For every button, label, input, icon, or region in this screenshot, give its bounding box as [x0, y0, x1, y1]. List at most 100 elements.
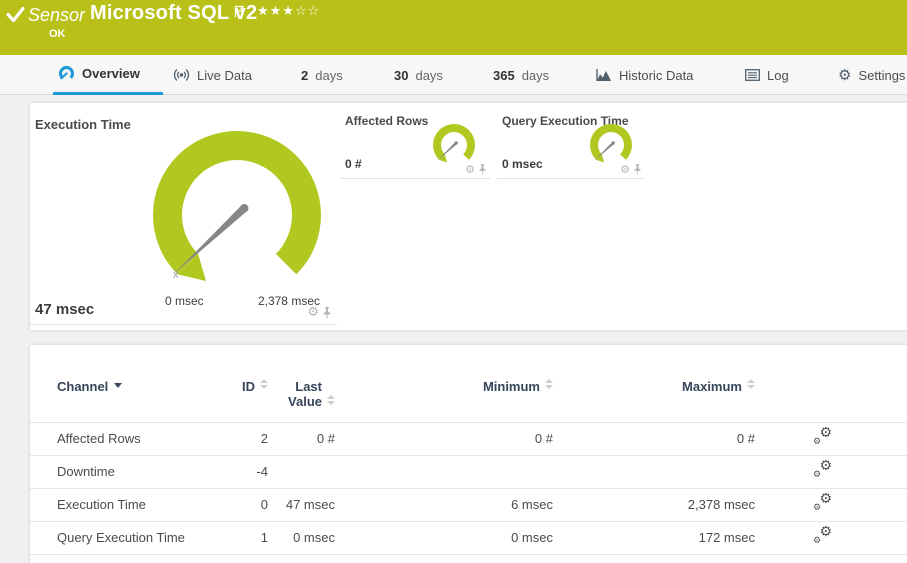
- cell-maximum: [553, 454, 755, 488]
- large-gear-icon: ⚙: [819, 523, 832, 540]
- column-header-last-value[interactable]: Last Value: [268, 376, 335, 422]
- cell-id: 2: [208, 421, 268, 455]
- cell-channel[interactable]: Affected Rows: [30, 421, 208, 455]
- gear-icon: ⚙: [838, 65, 852, 84]
- stars-filled: ★★★: [257, 4, 295, 19]
- gauges-panel: Execution Time x̄ 0 msec 2,378 msec 47 m…: [30, 103, 907, 330]
- status-check-icon: [6, 6, 25, 23]
- large-gear-icon: ⚙: [819, 457, 832, 474]
- tab-live-data[interactable]: Live Data: [168, 55, 260, 95]
- sort-arrows-icon: [327, 395, 335, 405]
- gauge-controls: ⚙: [620, 164, 642, 175]
- gear-icon[interactable]: ⚙: [620, 164, 630, 175]
- tab-number: 2: [301, 67, 309, 83]
- tab-unit: days: [415, 67, 443, 83]
- tab-365-days[interactable]: 365 days: [488, 55, 556, 95]
- cell-minimum: 0 msec: [335, 520, 553, 555]
- tab-30-days[interactable]: 30 days: [389, 55, 451, 95]
- sort-arrows-icon: [545, 379, 553, 389]
- cell-last-value: 47 msec: [268, 487, 335, 521]
- gear-icon[interactable]: ⚙: [465, 164, 475, 175]
- channel-settings-icon[interactable]: ⚙ ⚙: [813, 490, 832, 513]
- cell-last-value: 0 msec: [268, 520, 335, 555]
- channel-settings-icon[interactable]: ⚙ ⚙: [813, 424, 832, 447]
- execution-time-gauge: [153, 131, 321, 281]
- object-kind-label: Sensor: [28, 5, 86, 25]
- pin-icon[interactable]: [322, 306, 332, 319]
- table-row[interactable]: Affected Rows 2 0 # 0 # 0 # ⚙ ⚙: [30, 421, 907, 455]
- cell-minimum: 0 #: [335, 421, 553, 455]
- gauge-controls: ⚙: [465, 164, 487, 175]
- stars-empty: ☆☆: [294, 4, 321, 19]
- channel-table: Channel ID Last Value Minimum Maximum Af…: [30, 376, 907, 555]
- tab-settings[interactable]: ⚙ Settings: [833, 55, 907, 95]
- tab-log[interactable]: Log: [740, 55, 794, 95]
- sensor-title: Microsoft SQL v2: [90, 2, 258, 24]
- tab-number: 365: [493, 67, 515, 83]
- tab-unit: days: [521, 67, 550, 83]
- table-row[interactable]: Downtime -4 ⚙ ⚙: [30, 454, 907, 488]
- cell-last-value: [268, 454, 335, 488]
- gauge-block-affected-rows: Affected Rows 0 # ⚙: [340, 103, 490, 179]
- gauge-title: Execution Time: [35, 117, 131, 132]
- tab-number: 30: [394, 67, 409, 83]
- sort-arrows-icon: [747, 379, 755, 389]
- cell-id: -4: [208, 454, 268, 488]
- cell-minimum: [335, 454, 553, 488]
- cell-last-value: 0 #: [268, 421, 335, 455]
- prtg-sensor-page: Sensor Microsoft SQL v2 ★★★☆☆ OK Overvie…: [0, 0, 907, 563]
- gear-icon[interactable]: ⚙: [307, 306, 319, 319]
- table-row[interactable]: Execution Time 0 47 msec 6 msec 2,378 ms…: [30, 487, 907, 521]
- gauge-current-value: 0 #: [345, 157, 362, 171]
- tab-label: Overview: [82, 66, 140, 81]
- average-marker: x̄: [173, 269, 179, 281]
- gauge-block-execution-time: Execution Time x̄ 0 msec 2,378 msec 47 m…: [30, 103, 337, 325]
- gauge-min-label: 0 msec: [165, 294, 204, 308]
- sort-arrows-icon: [260, 379, 268, 389]
- tab-unit: days: [315, 67, 343, 83]
- cell-minimum: 6 msec: [335, 487, 553, 521]
- cell-maximum: 2,378 msec: [553, 487, 755, 521]
- log-icon: [745, 69, 760, 81]
- gauge-title: Affected Rows: [345, 114, 429, 128]
- sensor-header: Sensor Microsoft SQL v2 ★★★☆☆ OK: [0, 0, 907, 55]
- cell-id: 1: [208, 520, 268, 555]
- tab-label: Historic Data: [619, 67, 694, 83]
- tab-historic-data[interactable]: Historic Data: [591, 55, 701, 95]
- broadcast-icon: [173, 69, 190, 81]
- table-row[interactable]: Query Execution Time 1 0 msec 0 msec 172…: [30, 520, 907, 555]
- cell-id: 0: [208, 487, 268, 521]
- sensor-status-badge: OK: [49, 28, 66, 40]
- gauge-icon: [59, 65, 74, 79]
- channel-settings-icon[interactable]: ⚙ ⚙: [813, 457, 832, 480]
- gauge-block-query-execution-time: Query Execution Time 0 msec ⚙: [497, 103, 645, 179]
- chart-icon: [596, 69, 611, 81]
- priority-stars[interactable]: ★★★☆☆: [257, 4, 320, 19]
- channels-panel: Channel ID Last Value Minimum Maximum Af…: [30, 345, 907, 563]
- cell-channel[interactable]: Query Execution Time: [30, 520, 208, 555]
- large-gear-icon: ⚙: [819, 490, 832, 507]
- cell-channel[interactable]: Downtime: [30, 454, 208, 488]
- flag-icon[interactable]: [234, 5, 245, 18]
- tab-label: Settings: [858, 67, 906, 83]
- column-header-maximum[interactable]: Maximum: [553, 376, 755, 422]
- tab-bar: Overview Live Data 2 days 30 days 365 da…: [0, 55, 907, 95]
- cell-channel[interactable]: Execution Time: [30, 487, 208, 521]
- column-header-minimum[interactable]: Minimum: [335, 376, 553, 422]
- tab-label: Live Data: [197, 67, 252, 83]
- tab-2-days[interactable]: 2 days: [296, 55, 350, 95]
- cell-maximum: 0 #: [553, 421, 755, 455]
- large-gear-icon: ⚙: [819, 424, 832, 441]
- column-header-channel[interactable]: Channel: [30, 376, 208, 422]
- channel-settings-icon[interactable]: ⚙ ⚙: [813, 523, 832, 546]
- sort-caret-icon: [114, 383, 123, 388]
- column-header-settings: [755, 376, 907, 422]
- pin-icon[interactable]: [478, 164, 487, 175]
- table-header-row: Channel ID Last Value Minimum Maximum: [30, 376, 907, 422]
- tab-overview[interactable]: Overview: [53, 55, 163, 95]
- pin-icon[interactable]: [633, 164, 642, 175]
- cell-maximum: 172 msec: [553, 520, 755, 555]
- gauge-current-value: 47 msec: [35, 301, 95, 318]
- gauge-controls: ⚙: [307, 306, 332, 319]
- column-header-id[interactable]: ID: [208, 376, 268, 422]
